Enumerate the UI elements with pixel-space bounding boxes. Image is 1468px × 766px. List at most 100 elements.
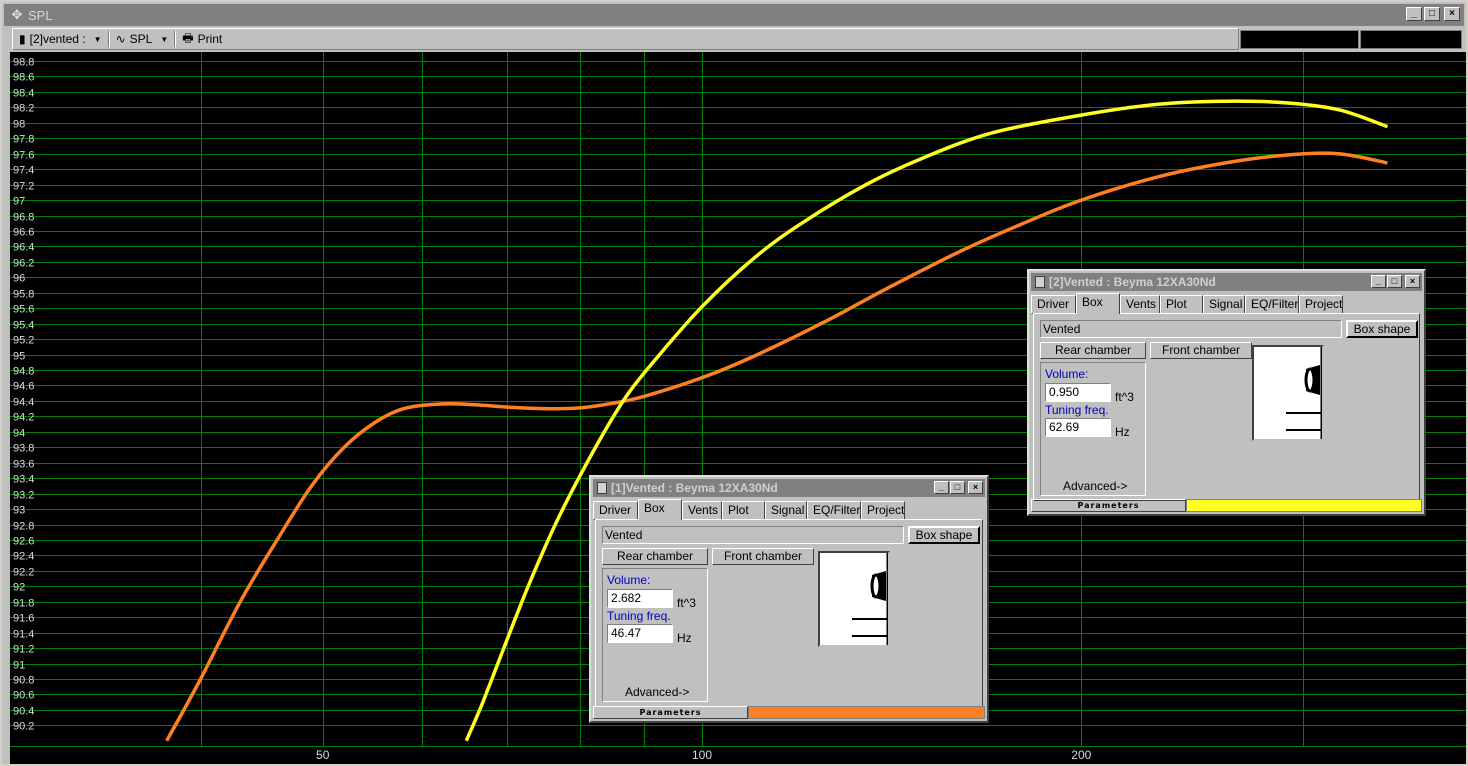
y-tick-label: 92 (13, 582, 25, 594)
box-shape-button[interactable]: Box shape (908, 526, 980, 544)
y-tick-label: 96.4 (13, 242, 34, 254)
box-window-2: [2]Vented : Beyma 12XA30Nd _ □ × Driver … (1027, 269, 1426, 516)
y-tick-label: 98.8 (13, 57, 34, 69)
tab-bar: Driver Box Vents Plot Signal EQ/Filter P… (593, 499, 985, 520)
y-tick-label: 97 (13, 196, 25, 208)
parameters-label[interactable]: Parameters (593, 706, 748, 719)
y-tick-label: 91.6 (13, 613, 34, 625)
box-shape-preview (818, 551, 890, 647)
y-tick-label: 96.6 (13, 227, 34, 239)
y-tick-label: 90.2 (13, 721, 34, 733)
front-chamber-button[interactable]: Front chamber (712, 548, 814, 565)
project-label: [2]vented : (29, 32, 86, 46)
box-type-field[interactable]: Vented (602, 526, 904, 544)
tab-signal[interactable]: Signal (765, 501, 807, 520)
box-window-2-titlebar[interactable]: [2]Vented : Beyma 12XA30Nd _ □ × (1031, 273, 1422, 291)
tab-project[interactable]: Project (861, 501, 905, 520)
window-titlebar[interactable]: ✥ SPL _ □ × (4, 4, 1464, 26)
maximize-button[interactable]: □ (950, 481, 965, 494)
maximize-button[interactable]: □ (1387, 275, 1402, 288)
close-button[interactable]: × (1405, 275, 1420, 288)
tab-bar: Driver Box Vents Plot Signal EQ/Filter P… (1031, 293, 1422, 314)
volume-input[interactable]: 0.950 (1045, 383, 1111, 402)
y-tick-label: 91.2 (13, 644, 34, 656)
box-window-title: [2]Vented : Beyma 12XA30Nd (1049, 275, 1216, 289)
y-tick-label: 93.6 (13, 459, 34, 471)
box-window-1: [1]Vented : Beyma 12XA30Nd _ □ × Driver … (589, 475, 989, 723)
minimize-button[interactable]: _ (1371, 275, 1386, 288)
y-tick-label: 96.8 (13, 212, 34, 224)
close-button[interactable]: × (968, 481, 983, 494)
rear-chamber-button[interactable]: Rear chamber (1040, 342, 1146, 359)
y-tick-label: 92.2 (13, 567, 34, 579)
volume-input[interactable]: 2.682 (607, 589, 673, 608)
front-chamber-button[interactable]: Front chamber (1150, 342, 1252, 359)
print-label: Print (197, 32, 223, 46)
advanced-link[interactable]: Advanced-> (625, 685, 689, 699)
y-tick-label: 98.4 (13, 88, 34, 100)
minimize-button[interactable]: _ (1406, 7, 1422, 21)
rear-chamber-button[interactable]: Rear chamber (602, 548, 708, 565)
tab-project[interactable]: Project (1299, 295, 1343, 314)
tab-box[interactable]: Box (1076, 293, 1120, 314)
tab-signal[interactable]: Signal (1203, 295, 1245, 314)
y-tick-label: 95 (13, 351, 25, 363)
tuning-label: Tuning freq. (1045, 403, 1109, 417)
cursor-readout-y (1360, 30, 1462, 49)
minimize-button[interactable]: _ (934, 481, 949, 494)
volume-unit: ft^3 (1115, 390, 1134, 404)
close-button[interactable]: × (1444, 7, 1460, 21)
y-tick-label: 94.4 (13, 397, 34, 409)
move-icon: ✥ (11, 7, 23, 22)
tab-eq-filter[interactable]: EQ/Filter (1245, 295, 1299, 314)
tab-driver[interactable]: Driver (1031, 295, 1076, 314)
tuning-input[interactable]: 46.47 (607, 624, 673, 643)
x-tick-label: 50 (316, 748, 330, 762)
series-color-swatch[interactable] (1186, 499, 1422, 512)
x-tick-label: 200 (1071, 748, 1091, 762)
y-tick-label: 95.8 (13, 289, 34, 301)
y-tick-label: 94.8 (13, 366, 34, 378)
y-tick-label: 91 (13, 660, 25, 672)
tab-plot[interactable]: Plot (1160, 295, 1203, 314)
rear-chamber-group: Volume: 2.682 ft^3 Tuning freq. 46.47 Hz… (602, 568, 708, 702)
tab-driver[interactable]: Driver (593, 501, 638, 520)
maximize-button[interactable]: □ (1424, 7, 1440, 21)
tab-plot[interactable]: Plot (722, 501, 765, 520)
y-tick-label: 94 (13, 428, 25, 440)
y-tick-label: 90.6 (13, 690, 34, 702)
volume-unit: ft^3 (677, 596, 696, 610)
tab-vents[interactable]: Vents (682, 501, 722, 520)
y-tick-label: 98.6 (13, 72, 34, 84)
advanced-link[interactable]: Advanced-> (1063, 479, 1127, 493)
box-shape-preview (1252, 345, 1324, 441)
y-tick-label: 92.6 (13, 536, 34, 548)
series-color-swatch[interactable] (748, 706, 985, 719)
document-icon (597, 482, 607, 494)
tuning-unit: Hz (1115, 425, 1130, 439)
y-tick-label: 94.2 (13, 412, 34, 424)
box-type-field[interactable]: Vented (1040, 320, 1342, 338)
chevron-down-icon: ▼ (93, 34, 102, 44)
speaker-icon (1286, 347, 1324, 439)
box-window-1-titlebar[interactable]: [1]Vented : Beyma 12XA30Nd _ □ × (593, 479, 985, 497)
y-tick-label: 96 (13, 273, 25, 285)
parameters-label[interactable]: Parameters (1031, 499, 1186, 512)
box-shape-button[interactable]: Box shape (1346, 320, 1418, 338)
tab-eq-filter[interactable]: EQ/Filter (807, 501, 861, 520)
tuning-input[interactable]: 62.69 (1045, 418, 1111, 437)
y-tick-label: 93.2 (13, 490, 34, 502)
y-tick-label: 94.6 (13, 381, 34, 393)
y-tick-label: 98.2 (13, 103, 34, 115)
tab-vents[interactable]: Vents (1120, 295, 1160, 314)
graph-dropdown[interactable]: ∿ SPL ▼ (110, 30, 175, 48)
y-tick-label: 92.4 (13, 551, 34, 563)
tab-box[interactable]: Box (638, 499, 682, 520)
print-button[interactable]: 🖶 Print (176, 30, 228, 48)
y-tick-label: 91.4 (13, 629, 34, 641)
project-dropdown[interactable]: ▮ [2]vented : ▼ (13, 30, 108, 48)
status-bar: Parameters (1031, 499, 1422, 512)
graph-label: SPL (129, 32, 153, 46)
y-tick-label: 95.2 (13, 335, 34, 347)
y-tick-label: 95.4 (13, 320, 34, 332)
